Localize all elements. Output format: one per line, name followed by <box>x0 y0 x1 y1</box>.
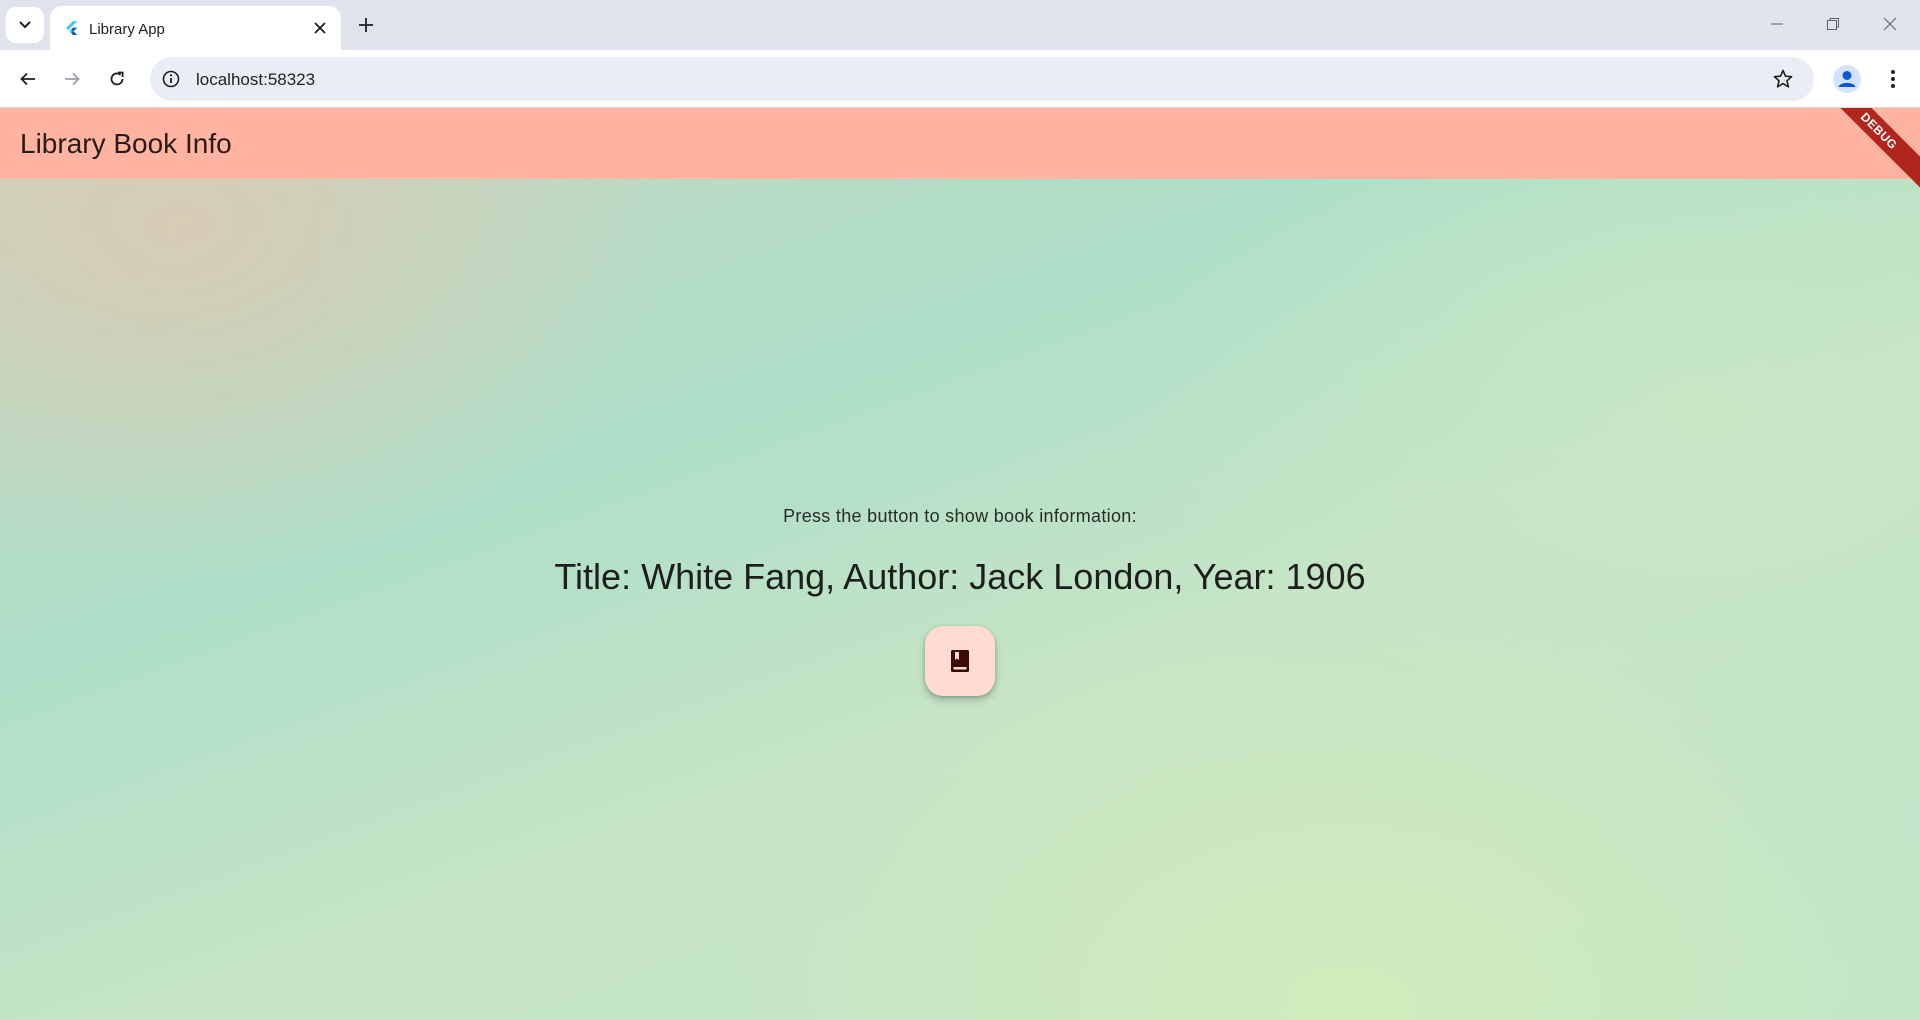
new-tab-button[interactable] <box>352 11 380 39</box>
minimize-icon <box>1771 23 1783 25</box>
show-book-info-button[interactable] <box>925 626 995 696</box>
book-icon <box>951 650 969 672</box>
tab-close-button[interactable] <box>310 18 330 38</box>
book-info-text: Title: White Fang, Author: Jack London, … <box>554 556 1366 597</box>
close-icon <box>1883 17 1897 31</box>
forward-button[interactable] <box>57 64 87 94</box>
minimize-button[interactable] <box>1761 10 1793 38</box>
restore-button[interactable] <box>1817 10 1849 38</box>
restore-icon <box>1827 18 1839 30</box>
prompt-text: Press the button to show book informatio… <box>783 506 1137 526</box>
address-bar[interactable]: localhost:58323 <box>150 57 1814 101</box>
back-button[interactable] <box>13 64 43 94</box>
star-icon[interactable] <box>1772 68 1794 90</box>
browser-toolbar: localhost:58323 <box>0 50 1920 108</box>
close-window-button[interactable] <box>1874 10 1906 38</box>
arrow-right-icon <box>65 72 80 86</box>
browser-menu-button[interactable] <box>1880 64 1906 94</box>
plus-icon <box>359 18 373 32</box>
more-vert-icon <box>1891 70 1895 88</box>
browser-tab-strip: Library App <box>0 0 1920 50</box>
flutter-favicon-icon <box>66 21 78 35</box>
page-title: Library Book Info <box>20 128 232 159</box>
app-bar: Library Book Info <box>0 108 1920 179</box>
close-icon <box>314 22 326 34</box>
chevron-down-icon <box>19 21 31 29</box>
browser-tab[interactable]: Library App <box>50 6 341 50</box>
arrow-left-icon <box>20 72 35 86</box>
tab-search-button[interactable] <box>6 7 44 43</box>
tab-title: Library App <box>89 21 165 38</box>
url-text[interactable]: localhost:58323 <box>196 70 315 90</box>
reload-icon <box>110 71 124 86</box>
reload-button[interactable] <box>102 64 132 94</box>
info-icon[interactable] <box>161 69 181 89</box>
profile-avatar-icon[interactable] <box>1832 64 1862 94</box>
app-body: Library Book Info DEBUG Press the button… <box>0 108 1920 1020</box>
